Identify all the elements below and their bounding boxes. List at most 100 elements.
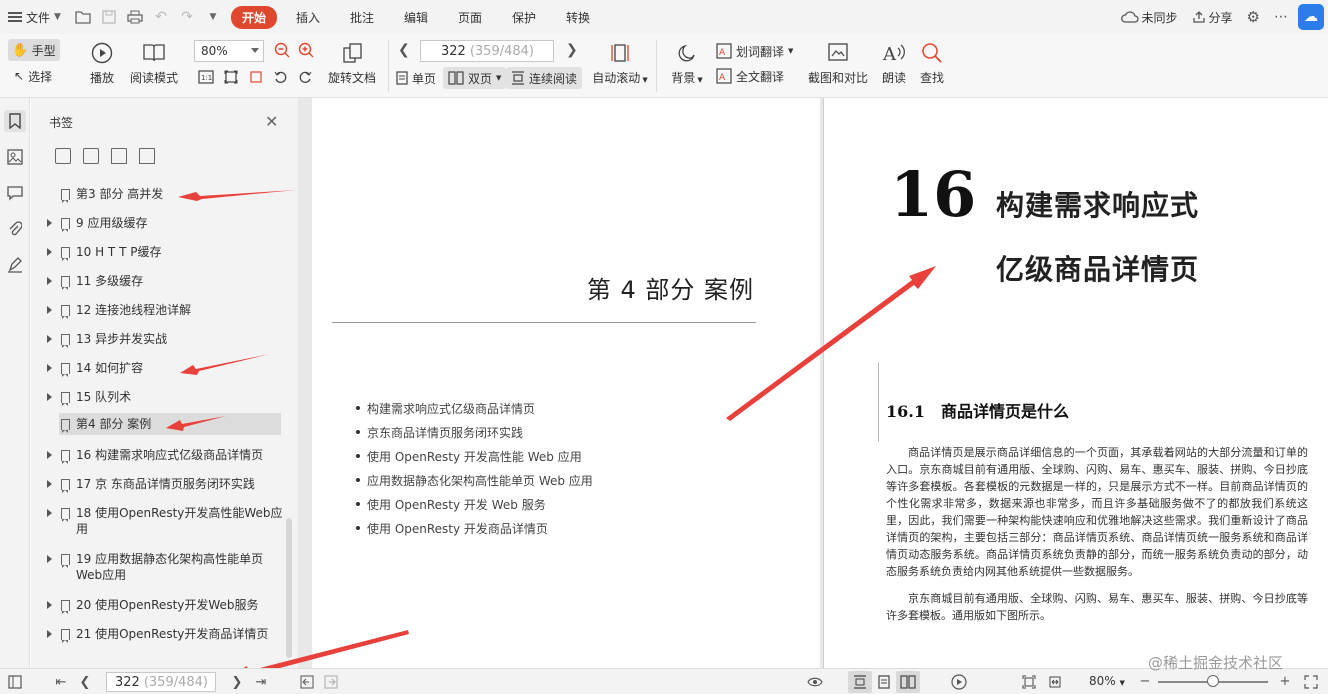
zoom-in-icon[interactable]: + bbox=[1276, 672, 1294, 690]
bookmark-collapse-icon[interactable] bbox=[139, 148, 155, 164]
play-button[interactable]: 播放 bbox=[86, 34, 118, 86]
thumbnail-icon[interactable] bbox=[4, 146, 26, 168]
play-icon[interactable] bbox=[950, 673, 968, 691]
expand-triangle-icon[interactable] bbox=[47, 626, 59, 638]
undo-icon[interactable]: ↶ bbox=[149, 5, 173, 29]
next-page-icon[interactable]: ❯ bbox=[228, 673, 246, 691]
expand-triangle-icon[interactable] bbox=[47, 389, 59, 401]
auto-scroll-button[interactable]: 自动滚动 ▼ bbox=[590, 34, 650, 86]
expand-triangle-icon[interactable] bbox=[47, 551, 59, 563]
last-page-icon[interactable]: ⇥ bbox=[252, 673, 270, 691]
status-zoom-value[interactable]: 80% ▼ bbox=[1089, 674, 1125, 688]
signature-icon[interactable] bbox=[4, 254, 26, 276]
tab-annotate[interactable]: 批注 bbox=[339, 6, 385, 29]
double-view-icon[interactable] bbox=[896, 671, 920, 693]
fit-page-icon[interactable] bbox=[1020, 673, 1038, 691]
zoom-out-icon[interactable]: − bbox=[1136, 672, 1154, 690]
tab-insert[interactable]: 插入 bbox=[285, 6, 331, 29]
bookmark-item[interactable]: 18 使用OpenResty开发高性能Web应用 bbox=[47, 505, 283, 537]
expand-triangle-icon[interactable] bbox=[47, 505, 59, 517]
scrollbar[interactable] bbox=[286, 518, 292, 658]
tab-protect[interactable]: 保护 bbox=[501, 6, 547, 29]
more-button[interactable]: ⋯ bbox=[1270, 9, 1292, 25]
rotate-right-icon[interactable] bbox=[298, 70, 312, 87]
status-page-input[interactable]: 322 (359/484) bbox=[106, 672, 216, 692]
eye-care-icon[interactable] bbox=[806, 673, 824, 691]
page-number-input[interactable]: 322 (359/484) bbox=[420, 40, 554, 62]
expand-triangle-icon[interactable] bbox=[47, 244, 59, 256]
settings-button[interactable]: ⚙ bbox=[1243, 8, 1264, 26]
sync-status[interactable]: 未同步 bbox=[1117, 9, 1182, 26]
single-page-button[interactable]: 单页 bbox=[396, 67, 436, 89]
expand-triangle-icon[interactable] bbox=[47, 302, 59, 314]
tab-edit[interactable]: 编辑 bbox=[393, 6, 439, 29]
bookmark-panel-icon[interactable] bbox=[4, 110, 26, 132]
continuous-view-icon[interactable] bbox=[848, 671, 872, 693]
rotate-document-button[interactable]: 旋转文档 bbox=[326, 34, 378, 86]
expand-triangle-icon[interactable] bbox=[47, 215, 59, 227]
save-icon[interactable] bbox=[97, 5, 121, 29]
expand-triangle-icon[interactable] bbox=[47, 331, 59, 343]
bookmark-item[interactable]: 20 使用OpenResty开发Web服务 bbox=[47, 597, 283, 614]
add-bookmark-icon[interactable] bbox=[55, 148, 71, 164]
bookmark-item[interactable]: 9 应用级缓存 bbox=[47, 215, 283, 232]
bookmark-expand-icon[interactable] bbox=[111, 148, 127, 164]
zoom-slider-knob[interactable] bbox=[1207, 675, 1219, 687]
tab-page[interactable]: 页面 bbox=[447, 6, 493, 29]
share-button[interactable]: 分享 bbox=[1188, 9, 1237, 26]
redo-icon[interactable]: ↷ bbox=[175, 5, 199, 29]
forward-icon[interactable] bbox=[322, 673, 340, 691]
find-button[interactable]: 查找 bbox=[916, 34, 948, 86]
rotate-left-icon[interactable] bbox=[274, 70, 288, 87]
bookmark-item[interactable]: 12 连接池线程池详解 bbox=[47, 302, 283, 319]
tab-convert[interactable]: 转换 bbox=[555, 6, 601, 29]
double-page-button[interactable]: 双页 ▼ bbox=[443, 67, 507, 89]
bookmark-item[interactable]: 第3 部分 高并发 bbox=[47, 186, 283, 203]
expand-triangle-icon[interactable] bbox=[47, 476, 59, 488]
screenshot-compare-button[interactable]: 截图和对比 bbox=[806, 34, 870, 86]
fit-page-icon[interactable] bbox=[224, 70, 238, 87]
next-page-icon[interactable]: ❯ bbox=[566, 42, 578, 58]
zoom-out-icon[interactable] bbox=[274, 42, 290, 61]
expand-triangle-icon[interactable] bbox=[47, 360, 59, 372]
document-view[interactable]: 第 4 部分 案例 构建需求响应式亿级商品详情页 京东商品详情页服务闭环实践 使… bbox=[298, 98, 1328, 668]
bookmark-item[interactable]: 第4 部分 案例 bbox=[59, 413, 281, 435]
bookmark-item[interactable]: 17 京 东商品详情页服务闭环实践 bbox=[47, 476, 283, 493]
first-page-icon[interactable]: ⇤ bbox=[52, 673, 70, 691]
print-icon[interactable] bbox=[123, 5, 147, 29]
bookmark-item[interactable]: 19 应用数据静态化架构高性能单页Web应用 bbox=[47, 551, 283, 583]
read-mode-button[interactable]: 阅读模式 bbox=[126, 34, 182, 86]
open-folder-icon[interactable] bbox=[71, 5, 95, 29]
bookmark-item[interactable]: 11 多级缓存 bbox=[47, 273, 283, 290]
continuous-read-button[interactable]: 连续阅读 bbox=[506, 67, 583, 89]
single-view-icon[interactable] bbox=[872, 671, 896, 693]
expand-triangle-icon[interactable] bbox=[47, 597, 59, 609]
expand-triangle-icon[interactable] bbox=[47, 273, 59, 285]
tab-start[interactable]: 开始 bbox=[230, 5, 277, 29]
bookmark-item[interactable]: 10 H T T P缓存 bbox=[47, 244, 283, 261]
actual-size-icon[interactable]: 1:1 bbox=[198, 70, 214, 87]
bookmark-item[interactable]: 13 异步并发实战 bbox=[47, 331, 283, 348]
zoom-in-icon[interactable] bbox=[298, 42, 314, 61]
full-translate-button[interactable]: A 全文翻译 bbox=[716, 65, 784, 87]
more-chevron-icon[interactable]: ▼ bbox=[201, 5, 225, 29]
close-icon[interactable]: ✕ bbox=[265, 112, 278, 131]
select-tool-button[interactable]: ↖ 选择 bbox=[14, 65, 52, 87]
bookmark-item[interactable]: 15 队列术 bbox=[47, 389, 283, 406]
fit-width-icon[interactable] bbox=[1046, 673, 1064, 691]
zoom-select[interactable]: 80% bbox=[194, 40, 264, 62]
read-aloud-button[interactable]: A 朗读 bbox=[878, 34, 910, 86]
sidebar-toggle-icon[interactable] bbox=[6, 673, 24, 691]
hand-tool-button[interactable]: ✋ 手型 bbox=[8, 39, 60, 61]
comment-icon[interactable] bbox=[4, 182, 26, 204]
cloud-service-icon[interactable]: ☁ bbox=[1298, 4, 1324, 30]
fullscreen-icon[interactable] bbox=[1302, 673, 1320, 691]
fit-width-icon[interactable] bbox=[249, 70, 263, 87]
prev-page-icon[interactable]: ❮ bbox=[398, 42, 410, 58]
bookmark-item[interactable]: 16 构建需求响应式亿级商品详情页 bbox=[47, 447, 283, 464]
add-child-bookmark-icon[interactable] bbox=[83, 148, 99, 164]
file-menu[interactable]: 文件 ▼ bbox=[0, 0, 71, 34]
prev-page-icon[interactable]: ❮ bbox=[76, 673, 94, 691]
attachment-icon[interactable] bbox=[4, 218, 26, 240]
bookmark-item[interactable]: 21 使用OpenResty开发商品详情页 bbox=[47, 626, 283, 643]
